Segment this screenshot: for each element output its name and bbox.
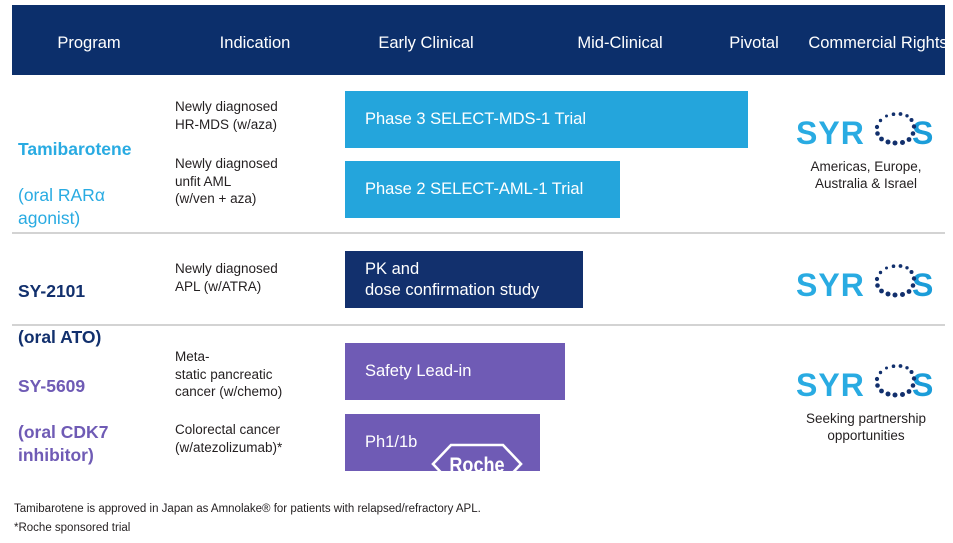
program-title-sy-5609: SY-5609: [18, 376, 86, 396]
svg-text:Roche: Roche: [450, 453, 505, 477]
column-header-indication: Indication: [219, 34, 291, 52]
program-subtitle-sy-2101: (oral ATO): [18, 327, 102, 347]
row-divider-1: [12, 232, 945, 234]
column-header-commercial-rights: Commercial Rights: [808, 34, 948, 52]
program-subtitle-tamibarotene: (oral RARα agonist): [18, 185, 105, 228]
trial-bar-label: Phase 3 SELECT-MDS-1 Trial: [365, 110, 586, 128]
svg-text:SYR: SYR: [796, 115, 865, 151]
program-subtitle-sy-5609: (oral CDK7 inhibitor): [18, 422, 109, 465]
column-header-early-clinical: Early Clinical: [378, 34, 474, 52]
trial-bar-safety-lead-in[interactable]: Safety Lead-in: [345, 343, 565, 400]
program-name-sy-5609: SY-5609 (oral CDK7 inhibitor): [18, 352, 108, 467]
footnote-roche-sponsored: *Roche sponsored trial: [14, 522, 131, 534]
program-title-tamibarotene: Tamibarotene: [18, 139, 132, 159]
indication-pancreatic-cancer: Meta- static pancreatic cancer (w/chemo): [175, 349, 283, 399]
roche-logo-icon: Roche: [431, 422, 524, 484]
syros-logo-icon: SYR S: [796, 264, 933, 303]
commercial-rights-sy-2101: SYR S: [771, 262, 953, 311]
trial-bar-label: PK and dose confirmation study: [365, 259, 540, 299]
trial-bar-select-mds-1[interactable]: Phase 3 SELECT-MDS-1 Trial: [345, 91, 748, 148]
column-header-pivotal: Pivotal: [729, 34, 779, 52]
trial-bar-pk-dose-confirmation[interactable]: PK and dose confirmation study: [345, 251, 583, 308]
program-name-sy-2101: SY-2101 (oral ATO): [18, 257, 101, 349]
indication-unfit-aml: Newly diagnosed unfit AML (w/ven + aza): [175, 156, 278, 206]
syros-logo-icon: SYR S: [796, 364, 933, 403]
indication-colorectal-cancer: Colorectal cancer (w/atezolizumab)*: [175, 422, 283, 455]
row-divider-2: [12, 324, 945, 326]
footnote-amnolake: Tamibarotene is approved in Japan as Amn…: [14, 503, 481, 515]
pipeline-header-band: Program Indication Early Clinical Mid-Cl…: [12, 5, 948, 75]
svg-text:SYR: SYR: [796, 267, 865, 303]
column-header-program: Program: [57, 34, 121, 52]
commercial-rights-caption: Seeking partnership opportunities: [805, 411, 927, 443]
column-header-mid-clinical: Mid-Clinical: [577, 34, 663, 52]
syros-logo-icon: SYR S: [796, 112, 933, 151]
commercial-rights-sy-5609: SYR S Seeking partnership opportunities: [771, 362, 953, 444]
trial-bar-label: Phase 2 SELECT-AML-1 Trial: [365, 180, 584, 198]
trial-bar-ph1-1b-roche[interactable]: Ph1/1b Roche: [345, 414, 540, 484]
commercial-rights-caption: Americas, Europe, Australia & Israel: [810, 159, 922, 191]
program-name-tamibarotene: Tamibarotene (oral RARα agonist): [18, 115, 131, 230]
trial-bar-label: Safety Lead-in: [365, 362, 472, 380]
trial-bar-label: Ph1/1b: [365, 433, 418, 451]
commercial-rights-tamibarotene: SYR S Americas, Europe, Australia & Isra…: [771, 110, 953, 192]
indication-hr-mds: Newly diagnosed HR-MDS (w/aza): [175, 99, 278, 132]
svg-text:SYR: SYR: [796, 367, 865, 403]
program-title-sy-2101: SY-2101: [18, 281, 86, 301]
indication-apl: Newly diagnosed APL (w/ATRA): [175, 261, 278, 294]
trial-bar-select-aml-1[interactable]: Phase 2 SELECT-AML-1 Trial: [345, 161, 620, 218]
